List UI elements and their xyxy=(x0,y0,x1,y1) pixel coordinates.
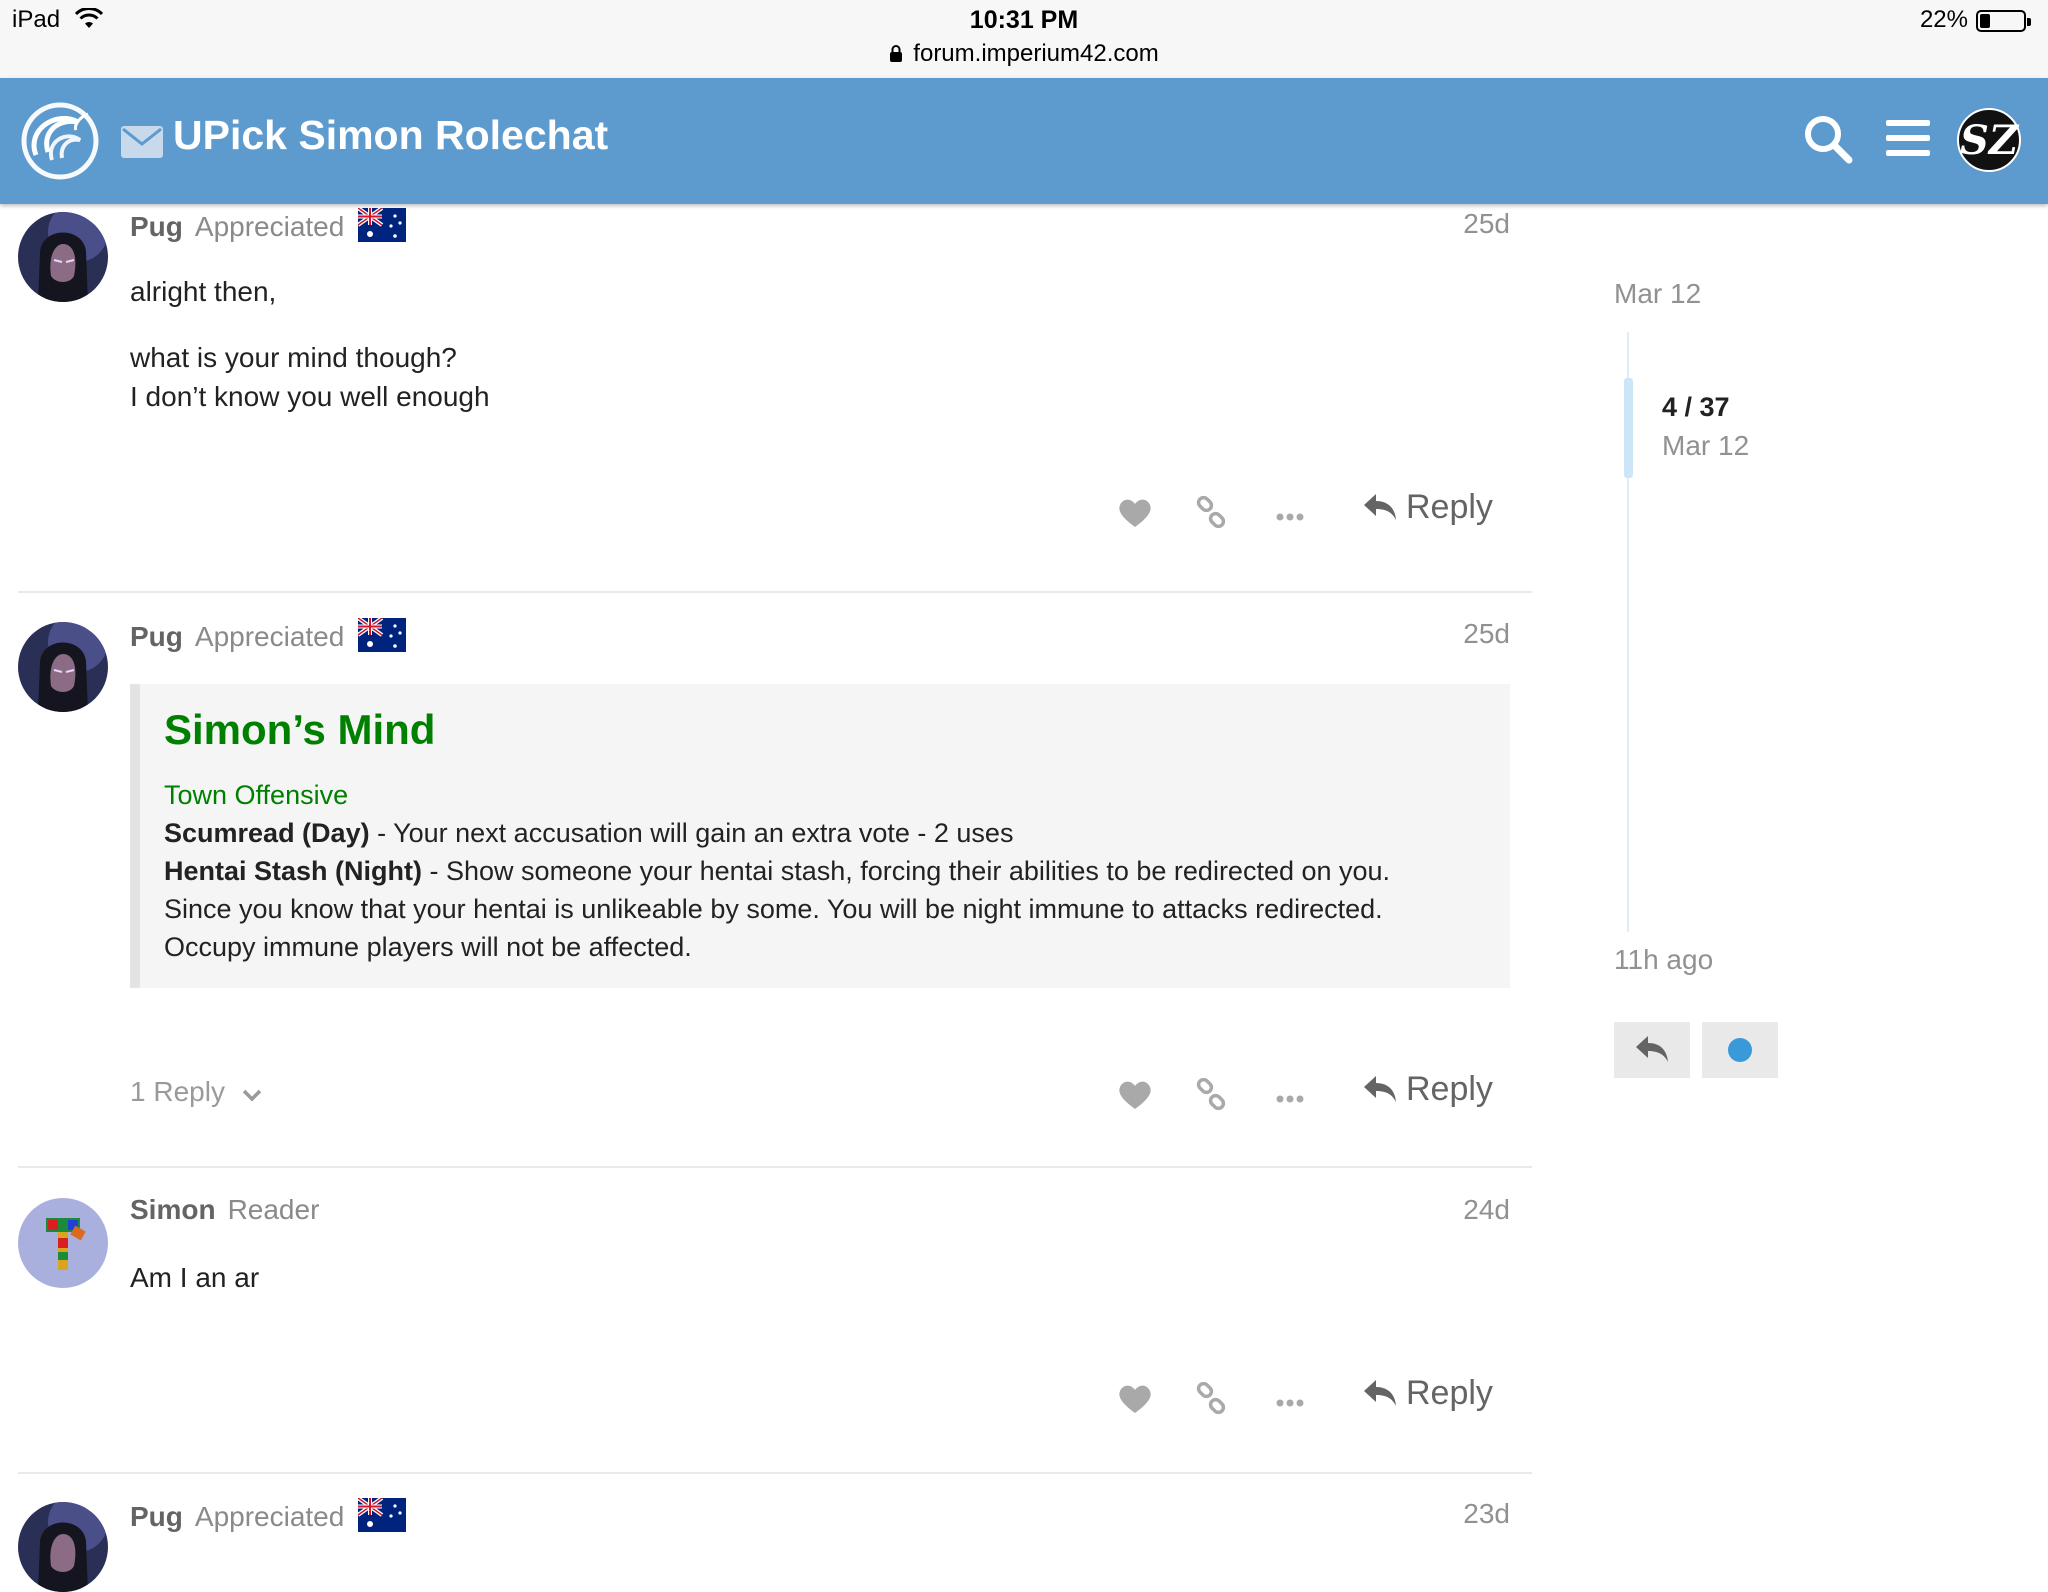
australia-flag-icon xyxy=(357,206,407,249)
notification-level-button[interactable] xyxy=(1702,1022,1778,1078)
post-age[interactable]: 24d xyxy=(1400,1194,1510,1226)
post-divider xyxy=(18,591,1532,593)
post-paragraph: I don’t know you well enough xyxy=(130,381,490,412)
replies-toggle[interactable]: 1 Reply xyxy=(130,1076,263,1108)
reply-button[interactable]: Reply xyxy=(1362,488,1493,527)
quoted-role-card: Simon’s Mind Town Offensive Scumread (Da… xyxy=(130,684,1510,988)
ability-text: - Your next accusation will gain an extr… xyxy=(369,818,1014,848)
share-link-icon[interactable] xyxy=(1196,1381,1228,1421)
user-title: Appreciated xyxy=(194,1501,345,1532)
post-divider xyxy=(18,1472,1532,1474)
username[interactable]: Pug xyxy=(130,1501,183,1532)
reply-label: Reply xyxy=(1406,1374,1493,1412)
timeline-position: 4 / 37 xyxy=(1662,392,1730,422)
reply-arrow-icon xyxy=(1636,1036,1668,1062)
avatar[interactable] xyxy=(18,622,108,712)
share-link-icon[interactable] xyxy=(1196,495,1228,535)
post-divider xyxy=(18,1166,1532,1168)
post-paragraph: alright then, xyxy=(130,276,277,307)
url-text: forum.imperium42.com xyxy=(913,40,1159,67)
chevron-down-icon xyxy=(233,1076,263,1107)
like-heart-icon[interactable] xyxy=(1118,1080,1152,1115)
ability-name: Scumread (Day) xyxy=(164,818,370,848)
more-options-icon[interactable] xyxy=(1276,1394,1304,1412)
current-user-avatar[interactable]: SZ xyxy=(1957,108,2021,172)
role-description: Since you know that your hentai is unlik… xyxy=(164,894,1383,924)
post-age[interactable]: 25d xyxy=(1400,618,1510,650)
reply-label: Reply xyxy=(1406,1070,1493,1108)
post-paragraph: what is your mind though? xyxy=(130,342,457,373)
role-ability: Scumread (Day) - Your next accusation wi… xyxy=(164,814,1486,852)
ability-text: - Show someone your hentai stash, forcin… xyxy=(422,856,1391,886)
timeline-end-date[interactable]: 11h ago xyxy=(1614,944,1713,976)
battery-percent: 22% xyxy=(1919,6,1968,33)
like-heart-icon[interactable] xyxy=(1118,1384,1152,1419)
avatar[interactable] xyxy=(18,212,108,302)
reply-button[interactable]: Reply xyxy=(1362,1374,1493,1413)
clock: 10:31 PM xyxy=(969,6,1079,34)
site-logo[interactable] xyxy=(16,100,104,182)
role-title: Simon’s Mind xyxy=(164,706,436,753)
username[interactable]: Simon xyxy=(130,1194,216,1225)
site-header: UPick Simon Rolechat SZ xyxy=(0,78,2048,204)
share-link-icon[interactable] xyxy=(1196,1077,1228,1117)
ability-name: Hentai Stash (Night) xyxy=(164,856,423,886)
post-age[interactable]: 23d xyxy=(1400,1498,1510,1530)
timeline-start-date[interactable]: Mar 12 xyxy=(1614,278,1701,310)
battery-icon xyxy=(1976,10,2031,32)
post-body: Am I an ar xyxy=(130,1258,259,1297)
search-icon[interactable] xyxy=(1803,114,1853,169)
post-age[interactable]: 25d xyxy=(1400,208,1510,240)
ios-status-bar: iPad 10:31 PM forum.imperium42.com 22% xyxy=(0,0,2048,78)
avatar[interactable] xyxy=(18,1502,108,1592)
private-message-icon xyxy=(121,126,163,163)
username[interactable]: Pug xyxy=(130,621,183,652)
timeline-reply-button[interactable] xyxy=(1614,1022,1690,1078)
reply-label: Reply xyxy=(1406,488,1493,526)
lock-icon xyxy=(889,42,903,70)
like-heart-icon[interactable] xyxy=(1118,498,1152,533)
user-title: Reader xyxy=(227,1194,320,1225)
post-actions: Reply xyxy=(0,1374,1540,1434)
role-ability: Hentai Stash (Night) - Show someone your… xyxy=(164,852,1486,890)
topic-title[interactable]: UPick Simon Rolechat xyxy=(173,112,608,159)
avatar[interactable] xyxy=(18,1198,108,1288)
more-options-icon[interactable] xyxy=(1276,508,1304,526)
replies-count-label: 1 Reply xyxy=(130,1076,225,1107)
australia-flag-icon xyxy=(357,616,407,659)
australia-flag-icon xyxy=(357,1496,407,1539)
username[interactable]: Pug xyxy=(130,211,183,242)
more-options-icon[interactable] xyxy=(1276,1090,1304,1108)
user-title: Appreciated xyxy=(194,211,345,242)
reply-button[interactable]: Reply xyxy=(1362,1070,1493,1109)
tracking-dot-icon xyxy=(1728,1038,1752,1062)
post-body: alright then, what is your mind though? … xyxy=(130,272,490,416)
role-description: Occupy immune players will not be affect… xyxy=(164,932,692,962)
hamburger-menu-icon[interactable] xyxy=(1886,120,1930,161)
role-alignment: Town Offensive xyxy=(164,780,349,810)
post-actions: Reply xyxy=(0,488,1540,548)
timeline-position-date: Mar 12 xyxy=(1662,430,1750,461)
user-title: Appreciated xyxy=(194,621,345,652)
timeline-handle[interactable] xyxy=(1624,378,1633,478)
address-bar[interactable]: forum.imperium42.com xyxy=(0,40,2048,70)
post-actions: 1 Reply Reply xyxy=(0,1070,1540,1130)
post-paragraph: Am I an ar xyxy=(130,1262,260,1293)
